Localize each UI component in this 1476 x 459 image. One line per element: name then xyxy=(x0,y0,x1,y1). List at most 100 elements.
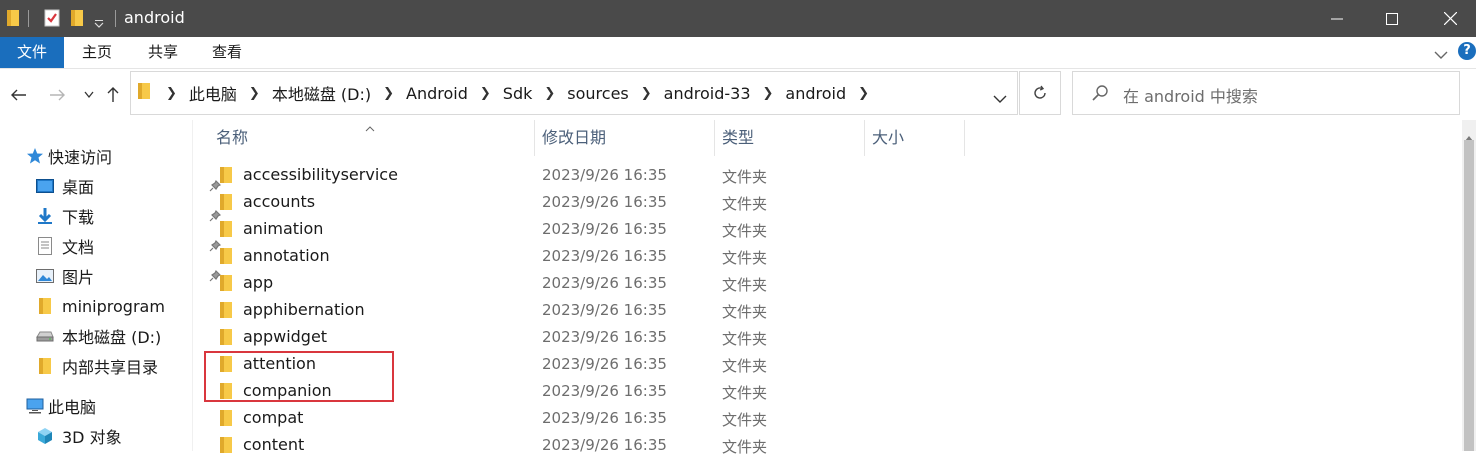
sidebar-item-desktop[interactable]: 桌面 xyxy=(36,171,222,201)
sidebar-item-documents[interactable]: 文档 xyxy=(36,231,222,261)
up-button[interactable] xyxy=(102,84,124,106)
file-row[interactable]: annotation 2023/9/26 16:35 文件夹 xyxy=(200,243,1462,270)
column-header-date[interactable]: 修改日期 xyxy=(542,120,606,156)
file-type: 文件夹 xyxy=(722,384,768,402)
crumb-android-root[interactable]: Android xyxy=(406,84,468,103)
file-type: 文件夹 xyxy=(722,330,768,348)
folder-icon xyxy=(220,329,232,349)
chevron-right-icon[interactable]: ❯ xyxy=(858,86,869,101)
file-row[interactable]: accounts 2023/9/26 16:35 文件夹 xyxy=(200,189,1462,216)
folder-icon xyxy=(220,167,232,187)
file-modified-date: 2023/9/26 16:35 xyxy=(542,436,667,454)
minimize-button[interactable] xyxy=(1311,0,1363,37)
sidebar-item-local-disk-d[interactable]: 本地磁盘 (D:) xyxy=(36,321,161,351)
folder-icon[interactable] xyxy=(6,9,20,31)
column-header-type[interactable]: 类型 xyxy=(722,120,754,156)
file-row[interactable]: compat 2023/9/26 16:35 文件夹 xyxy=(200,405,1462,432)
file-modified-date: 2023/9/26 16:35 xyxy=(542,355,667,373)
column-divider[interactable] xyxy=(964,120,965,156)
close-button[interactable] xyxy=(1424,0,1476,37)
file-name: content xyxy=(243,435,305,454)
document-icon xyxy=(36,237,54,255)
highlight-annotation xyxy=(204,351,394,402)
sidebar-item-this-pc[interactable]: 此电脑 xyxy=(26,391,96,421)
new-folder-icon[interactable] xyxy=(70,9,84,31)
file-row[interactable]: appwidget 2023/9/26 16:35 文件夹 xyxy=(200,324,1462,351)
chevron-right-icon[interactable]: ❯ xyxy=(544,86,555,101)
refresh-icon xyxy=(1034,85,1046,99)
sidebar-item-shared-folder[interactable]: 内部共享目录 xyxy=(36,351,158,381)
file-modified-date: 2023/9/26 16:35 xyxy=(542,409,667,427)
maximize-button[interactable] xyxy=(1366,0,1418,37)
ribbon: 文件 主页 共享 查看 ? xyxy=(0,37,1476,69)
file-row[interactable]: accessibilityservice 2023/9/26 16:35 文件夹 xyxy=(200,162,1462,189)
sidebar-item-downloads[interactable]: 下载 xyxy=(36,201,222,231)
chevron-right-icon[interactable]: ❯ xyxy=(383,86,394,101)
desktop-icon xyxy=(36,177,54,195)
customize-dropdown-icon[interactable] xyxy=(94,14,104,33)
chevron-right-icon[interactable]: ❯ xyxy=(641,86,652,101)
help-icon[interactable]: ? xyxy=(1458,42,1476,60)
file-row[interactable]: content 2023/9/26 16:35 文件夹 xyxy=(200,432,1462,459)
search-icon xyxy=(1091,84,1109,106)
column-header-size[interactable]: 大小 xyxy=(872,120,904,156)
crumb-sources[interactable]: sources xyxy=(567,84,628,103)
chevron-right-icon[interactable]: ❯ xyxy=(480,86,491,101)
folder-icon xyxy=(220,194,232,214)
sidebar-item-pictures[interactable]: 图片 xyxy=(36,261,222,291)
file-type: 文件夹 xyxy=(722,168,768,186)
download-icon xyxy=(36,207,54,225)
forward-button[interactable] xyxy=(46,84,68,106)
file-modified-date: 2023/9/26 16:35 xyxy=(542,274,667,292)
chevron-right-icon[interactable]: ❯ xyxy=(166,86,177,101)
file-modified-date: 2023/9/26 16:35 xyxy=(542,301,667,319)
breadcrumb: ❯ 此电脑 ❯ 本地磁盘 (D:) ❯ Android ❯ Sdk ❯ sour… xyxy=(131,72,881,114)
file-type: 文件夹 xyxy=(722,438,768,456)
crumb-this-pc[interactable]: 此电脑 xyxy=(189,81,237,105)
folder-icon xyxy=(220,275,232,295)
search-input[interactable]: 在 android 中搜索 xyxy=(1123,83,1258,107)
column-divider[interactable] xyxy=(534,120,535,156)
chevron-right-icon[interactable]: ❯ xyxy=(763,86,774,101)
file-type: 文件夹 xyxy=(722,357,768,375)
window-title: android xyxy=(124,8,185,27)
file-modified-date: 2023/9/26 16:35 xyxy=(542,166,667,184)
column-divider[interactable] xyxy=(714,120,715,156)
address-bar[interactable]: ❯ 此电脑 ❯ 本地磁盘 (D:) ❯ Android ❯ Sdk ❯ sour… xyxy=(130,71,1018,115)
tab-file[interactable]: 文件 xyxy=(0,37,64,68)
file-row[interactable]: app 2023/9/26 16:35 文件夹 xyxy=(200,270,1462,297)
drive-icon xyxy=(36,327,54,345)
back-button[interactable] xyxy=(8,84,30,106)
search-box[interactable]: 在 android 中搜索 xyxy=(1072,71,1460,115)
cube-3d-icon xyxy=(36,427,54,445)
column-divider[interactable] xyxy=(864,120,865,156)
properties-icon[interactable] xyxy=(44,9,60,31)
sidebar-item-label: 本地磁盘 (D:) xyxy=(62,328,162,347)
tab-home[interactable]: 主页 xyxy=(72,37,122,68)
chevron-right-icon[interactable]: ❯ xyxy=(249,86,260,101)
crumb-drive[interactable]: 本地磁盘 (D:) xyxy=(272,81,371,105)
column-header-name[interactable]: 名称 xyxy=(216,120,248,156)
sidebar-item-quick-access[interactable]: 快速访问 xyxy=(26,141,112,171)
refresh-button[interactable] xyxy=(1019,71,1061,115)
crumb-android[interactable]: android xyxy=(785,84,846,103)
computer-icon xyxy=(26,397,44,415)
sidebar-item-label: miniprogram xyxy=(62,296,165,316)
scrollbar-thumb[interactable] xyxy=(1464,140,1474,451)
recent-locations-button[interactable] xyxy=(78,84,100,106)
sidebar-item-label: 快速访问 xyxy=(48,148,113,167)
file-type: 文件夹 xyxy=(722,303,768,321)
sidebar-item-3d-objects[interactable]: 3D 对象 xyxy=(36,421,122,451)
tab-share[interactable]: 共享 xyxy=(138,37,188,68)
expand-ribbon-icon[interactable] xyxy=(1434,45,1448,64)
address-history-dropdown-icon[interactable] xyxy=(993,89,1007,108)
sidebar-item-label: 图片 xyxy=(62,268,95,287)
crumb-sdk[interactable]: Sdk xyxy=(503,84,533,103)
tab-view[interactable]: 查看 xyxy=(202,37,252,68)
sidebar-item-miniprogram[interactable]: miniprogram xyxy=(36,291,165,321)
folder-icon xyxy=(220,302,232,322)
file-modified-date: 2023/9/26 16:35 xyxy=(542,382,667,400)
file-row[interactable]: animation 2023/9/26 16:35 文件夹 xyxy=(200,216,1462,243)
crumb-android-33[interactable]: android-33 xyxy=(664,84,751,103)
file-row[interactable]: apphibernation 2023/9/26 16:35 文件夹 xyxy=(200,297,1462,324)
